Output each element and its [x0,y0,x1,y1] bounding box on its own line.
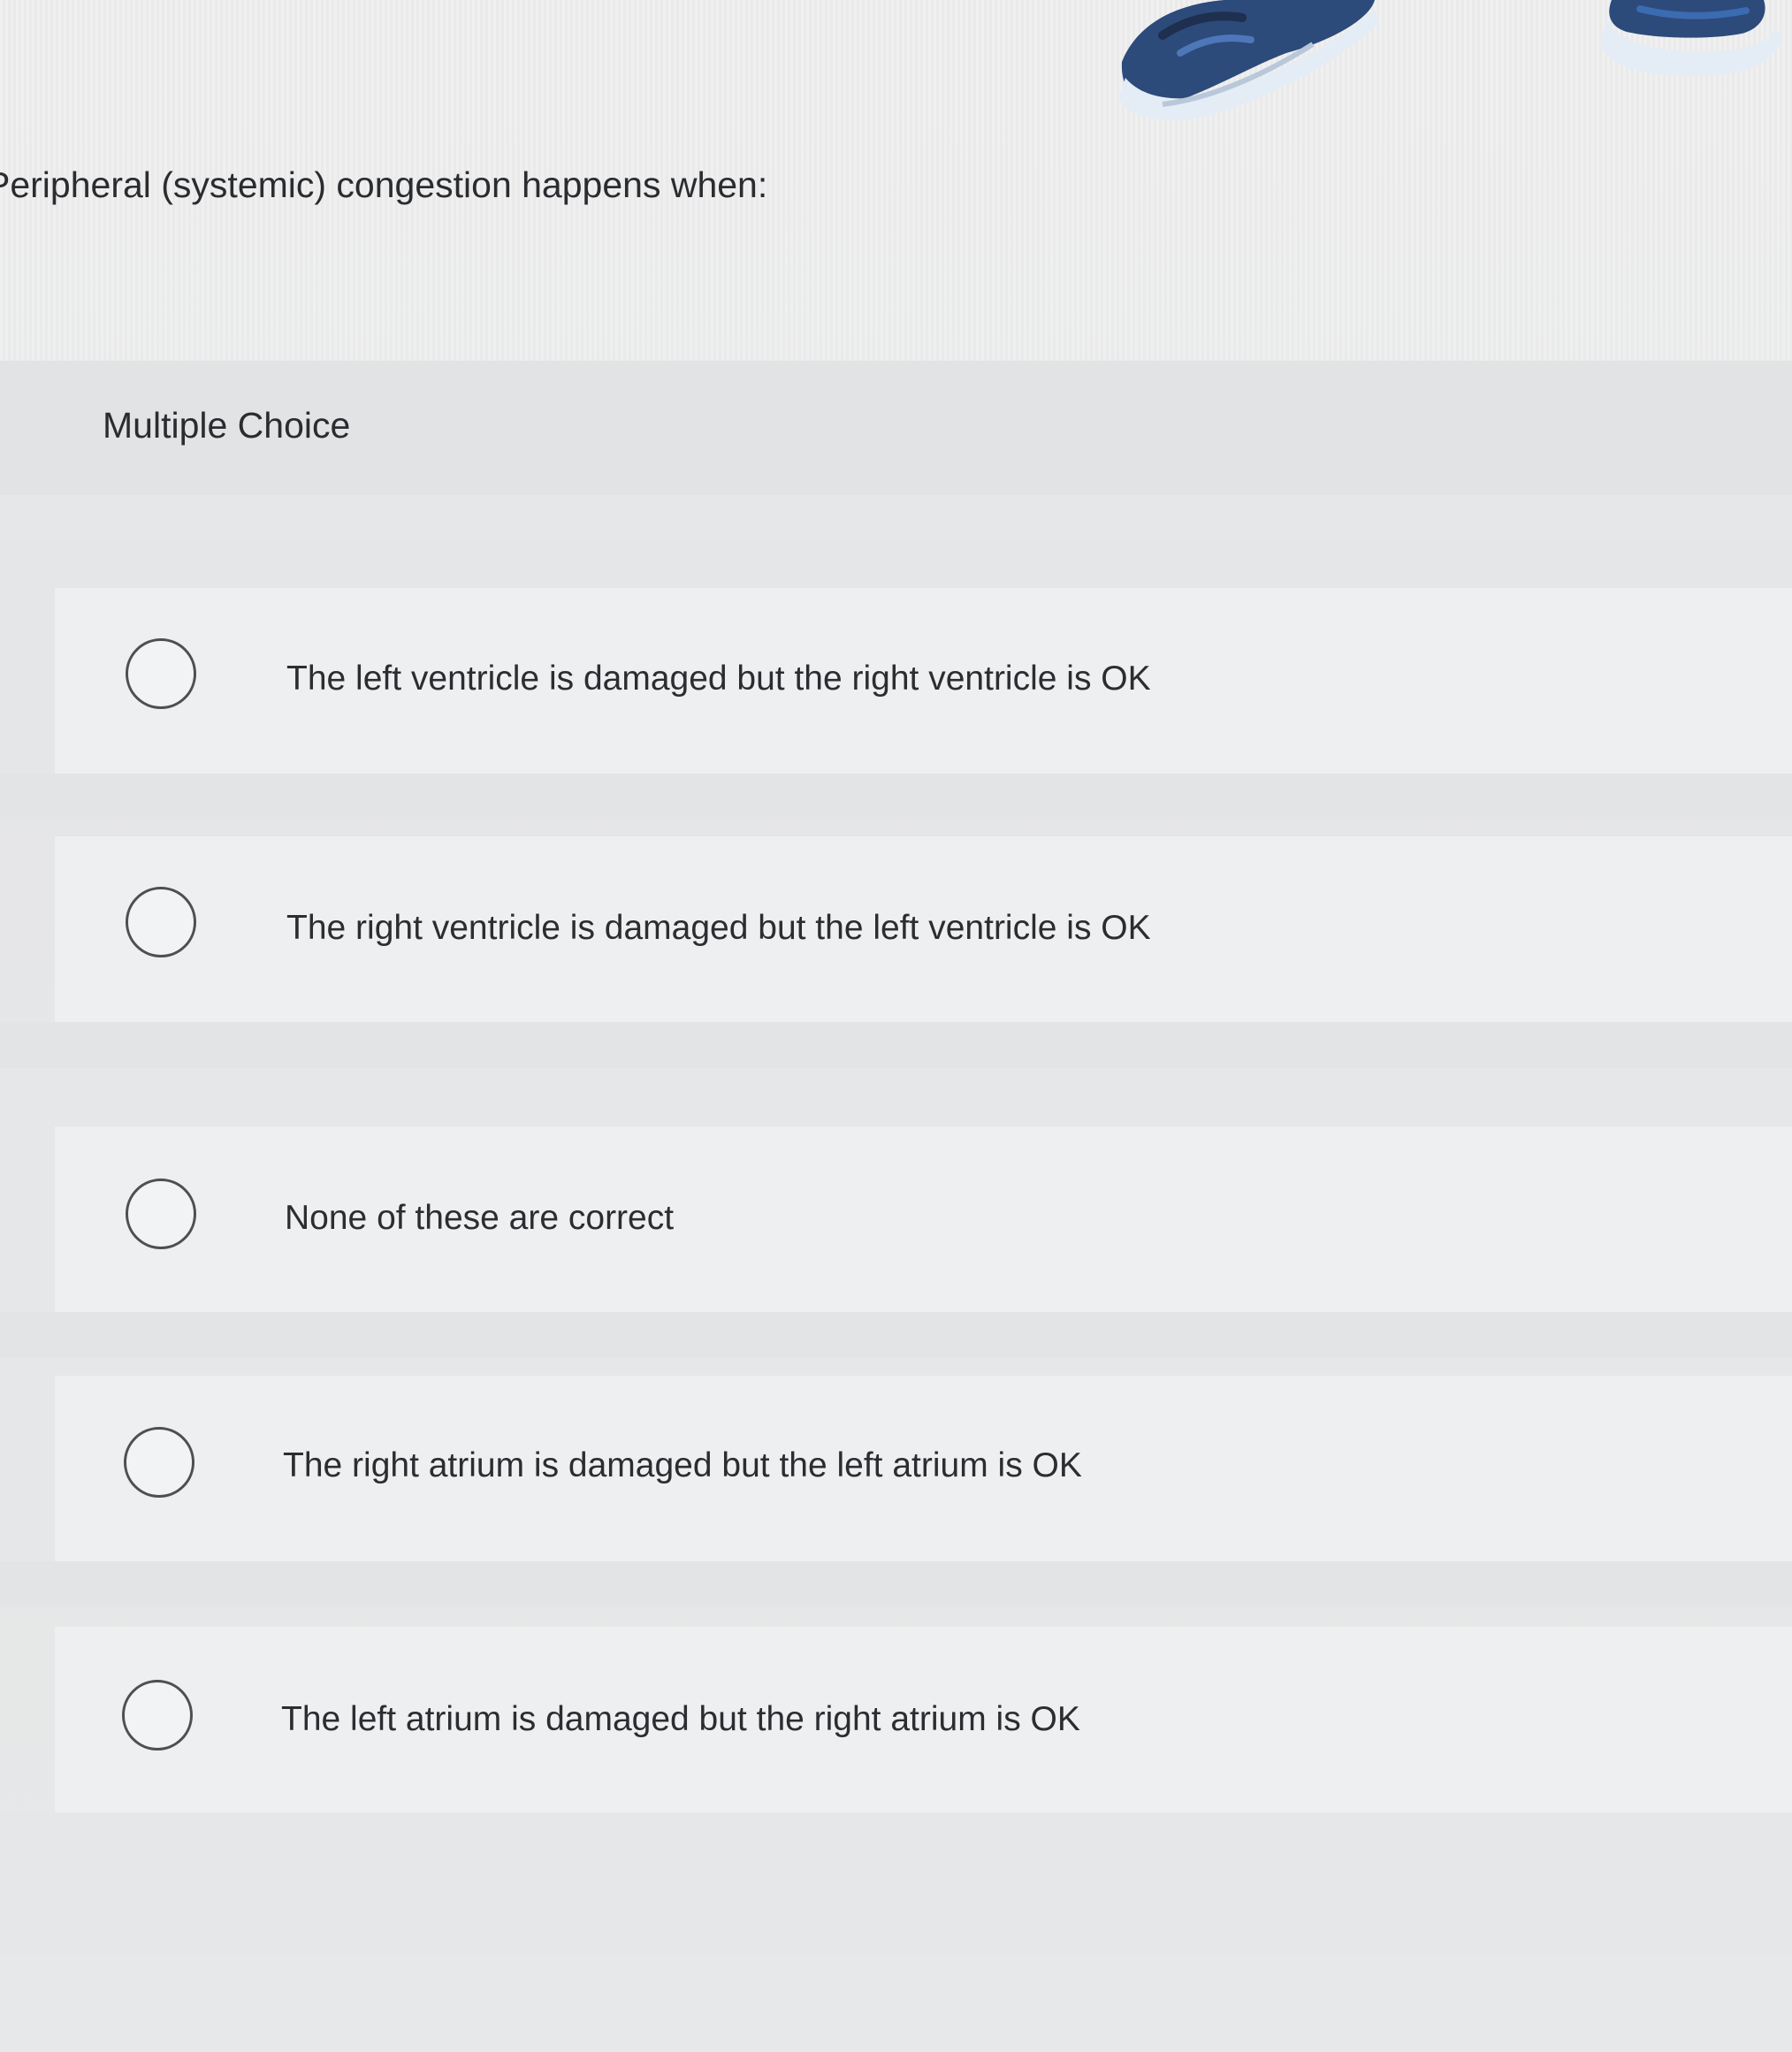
radio-unselected-icon[interactable] [122,1680,193,1751]
choice-option-3[interactable]: None of these are correct [55,1126,1792,1312]
choice-label: The right atrium is damaged but the left… [283,1446,1082,1484]
choice-option-4[interactable]: The right atrium is damaged but the left… [55,1376,1792,1561]
sneakers-illustration [1118,0,1781,120]
right-sneaker-icon [1600,0,1781,77]
quiz-page: Peripheral (systemic) congestion happens… [0,0,1792,2052]
radio-unselected-icon[interactable] [126,638,196,709]
radio-unselected-icon[interactable] [124,1427,194,1498]
choice-label: The left atrium is damaged but the right… [281,1700,1080,1738]
choice-option-1[interactable]: The left ventricle is damaged but the ri… [55,588,1792,774]
divider [0,774,1792,820]
divider [0,495,1792,541]
left-sneaker-icon [1118,0,1379,120]
choice-label: None of these are correct [285,1199,675,1237]
choice-label: The left ventricle is damaged but the ri… [286,660,1151,698]
radio-unselected-icon[interactable] [126,887,196,957]
divider [0,1022,1792,1068]
divider [0,1812,1792,1954]
divider [0,1561,1792,1607]
choice-label: The right ventricle is damaged but the l… [286,909,1151,947]
choice-option-5[interactable]: The left atrium is damaged but the right… [55,1627,1792,1812]
radio-unselected-icon[interactable] [126,1179,196,1249]
question-type-label: Multiple Choice [103,405,351,446]
divider [0,1312,1792,1358]
choice-option-2[interactable]: The right ventricle is damaged but the l… [55,836,1792,1022]
question-text: Peripheral (systemic) congestion happens… [0,164,768,205]
